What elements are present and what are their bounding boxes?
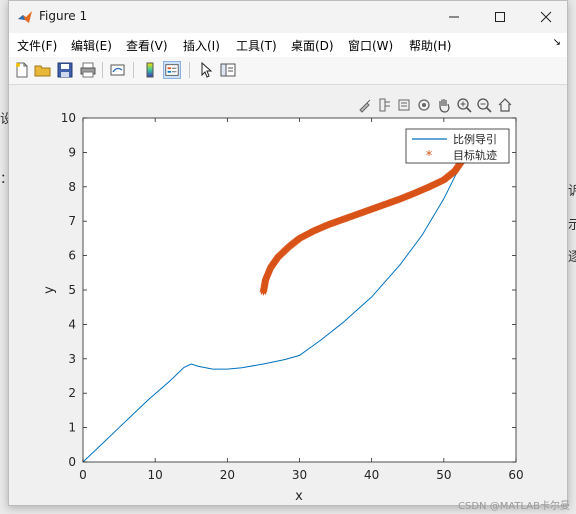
x-tick-label: 30 [292, 468, 307, 482]
maximize-button[interactable] [477, 1, 523, 33]
y-tick-label: 0 [68, 455, 76, 469]
y-tick-label: 5 [68, 283, 76, 297]
menu-file[interactable]: 文件(F) [17, 37, 57, 54]
title-bar[interactable]: Figure 1 [9, 1, 567, 33]
close-button[interactable] [523, 1, 569, 33]
x-tick-label: 40 [364, 468, 379, 482]
x-tick-label: 50 [436, 468, 451, 482]
toolbar-separator [189, 62, 190, 78]
open-file-icon[interactable] [34, 61, 52, 79]
menu-view[interactable]: 查看(V) [126, 37, 168, 54]
menu-edit[interactable]: 编辑(E) [71, 37, 112, 54]
print-icon[interactable] [79, 61, 97, 79]
link-plot-icon[interactable] [109, 61, 127, 79]
y-axis-label: y [42, 286, 57, 294]
y-tick-label: 2 [68, 386, 76, 400]
background-fragment: 示 [568, 218, 576, 233]
legend-marker-swatch: * [426, 149, 433, 164]
x-axis-label: x [295, 489, 303, 504]
menu-help[interactable]: 帮助(H) [409, 37, 451, 54]
y-tick-label: 3 [68, 352, 76, 366]
x-tick-label: 20 [220, 468, 235, 482]
y-tick-label: 8 [68, 180, 76, 194]
plot-svg: 0 10 20 30 40 50 60 0 1 2 3 4 5 6 7 8 9 10 x y 比例导引 * 目标轨… [42, 111, 524, 504]
background-fragment: 诉 [568, 184, 576, 199]
menu-bar: 文件(F) 编辑(E) 查看(V) 插入(I) 工具(T) 桌面(D) 窗口(W… [9, 33, 567, 57]
matlab-logo-icon [18, 11, 32, 23]
menu-tools[interactable]: 工具(T) [236, 37, 277, 54]
y-tick-label: 1 [68, 421, 76, 435]
y-tick-label: 4 [68, 317, 76, 331]
legend-icon[interactable] [163, 61, 181, 79]
menu-desktop[interactable]: 桌面(D) [291, 37, 334, 54]
colorbar-icon[interactable] [141, 61, 159, 79]
x-tick-label: 10 [148, 468, 163, 482]
toolbar-separator [133, 62, 134, 78]
menu-window[interactable]: 窗口(W) [348, 37, 393, 54]
x-tick-label: 60 [508, 468, 523, 482]
new-figure-icon[interactable] [13, 61, 31, 79]
y-tick-label: 7 [68, 214, 76, 228]
legend[interactable]: 比例导引 * 目标轨迹 [405, 128, 510, 164]
menu-overflow-icon[interactable]: ↘ [553, 37, 561, 48]
maximize-icon [495, 12, 505, 22]
y-tick-label: 9 [68, 145, 76, 159]
window-title: Figure 1 [39, 9, 88, 23]
legend-label-series-2: 目标轨迹 [453, 148, 497, 162]
figure-toolbar [9, 57, 567, 85]
legend-label-series-1: 比例导引 [453, 132, 497, 146]
minimize-icon [449, 16, 459, 18]
save-icon[interactable] [56, 61, 74, 79]
pointer-icon[interactable] [197, 61, 215, 79]
minimize-button[interactable] [431, 1, 477, 33]
watermark: CSDN @MATLAB卡尔曼 [458, 501, 570, 512]
y-tick-label: 10 [61, 111, 76, 125]
x-tick-label: 0 [79, 468, 87, 482]
background-fragment: 逐 [568, 250, 576, 265]
property-inspector-icon[interactable] [219, 61, 237, 79]
axes-background [83, 118, 516, 462]
toolbar-separator [102, 62, 103, 78]
menu-insert[interactable]: 插入(I) [183, 37, 220, 54]
close-icon [540, 11, 552, 23]
y-tick-label: 6 [68, 249, 76, 263]
figure-window: Figure 1 文件(F) 编辑(E) 查看(V) 插入(I) 工具(T) 桌… [8, 0, 568, 506]
